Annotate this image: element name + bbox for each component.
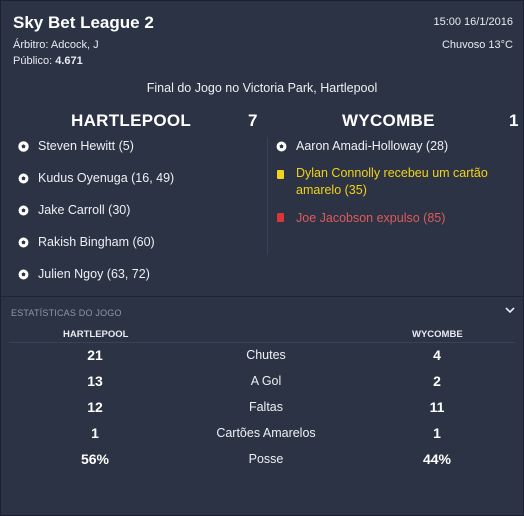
stats-section-title: ESTATÍSTICAS DO JOGO bbox=[11, 308, 122, 318]
stat-home-value: 13 bbox=[87, 373, 103, 389]
stat-home-value: 1 bbox=[91, 425, 99, 441]
stat-away-value: 1 bbox=[433, 425, 441, 441]
stats-header-line bbox=[9, 342, 515, 343]
stat-row: 1 Cartões Amarelos 1 bbox=[1, 425, 523, 445]
home-event-text: Rakish Bingham (60) bbox=[38, 235, 155, 249]
ball-icon bbox=[18, 141, 29, 152]
home-event-text: Kudus Oyenuga (16, 49) bbox=[38, 171, 175, 185]
home-team-score: 7 bbox=[248, 111, 258, 130]
away-event-text: Joe Jacobson expulso (85) bbox=[296, 211, 446, 225]
attendance-info: Público: 4.671 bbox=[13, 55, 83, 67]
stat-row: 13 A Gol 2 bbox=[1, 373, 523, 393]
stat-row: 56% Posse 44% bbox=[1, 451, 523, 471]
ball-icon bbox=[18, 237, 29, 248]
stat-home-value: 21 bbox=[87, 347, 103, 363]
stat-label: Chutes bbox=[246, 348, 286, 362]
away-event-text: Aaron Amadi-Holloway (28) bbox=[296, 139, 449, 153]
match-weather: Chuvoso 13°C bbox=[441, 39, 513, 51]
ball-icon bbox=[18, 205, 29, 216]
stat-label: A Gol bbox=[250, 374, 282, 388]
stat-label: Faltas bbox=[248, 400, 284, 414]
stat-row: 12 Faltas 11 bbox=[1, 399, 523, 419]
result-text: Final do Jogo no Victoria Park, Hartlepo… bbox=[146, 81, 378, 95]
ball-icon bbox=[276, 141, 287, 152]
stats-away-header: WYCOMBE bbox=[412, 329, 463, 340]
attendance-value: 4.671 bbox=[55, 55, 83, 67]
ball-icon bbox=[18, 269, 29, 280]
match-datetime: 15:00 16/1/2016 bbox=[433, 16, 513, 28]
attendance-label: Público: bbox=[13, 55, 53, 67]
home-team-name: HARTLEPOOL bbox=[71, 111, 192, 130]
away-event-text: Dylan Connolly recebeu um cartão amarelo… bbox=[296, 166, 488, 197]
stat-away-value: 2 bbox=[433, 373, 441, 389]
match-report-panel: Sky Bet League 2 Árbitro: Adcock, J Públ… bbox=[0, 0, 524, 516]
stat-away-value: 11 bbox=[429, 399, 445, 415]
teams-divider bbox=[267, 137, 268, 255]
stat-home-value: 12 bbox=[87, 399, 103, 415]
home-event-text: Julien Ngoy (63, 72) bbox=[38, 267, 150, 281]
red-card-icon bbox=[277, 213, 284, 222]
stat-label: Cartões Amarelos bbox=[216, 426, 316, 440]
away-team-name: WYCOMBE bbox=[342, 111, 435, 130]
stat-away-value: 4 bbox=[433, 347, 441, 363]
away-team-score: 1 bbox=[509, 111, 519, 130]
stat-home-value: 56% bbox=[80, 451, 110, 467]
ball-icon bbox=[18, 173, 29, 184]
chevron-down-icon[interactable] bbox=[505, 306, 515, 314]
stat-row: 21 Chutes 4 bbox=[1, 347, 523, 367]
stat-away-value: 44% bbox=[422, 451, 452, 467]
league-title: Sky Bet League 2 bbox=[13, 13, 154, 32]
yellow-card-icon bbox=[277, 170, 284, 179]
stats-home-header: HARTLEPOOL bbox=[63, 329, 129, 340]
home-event-text: Jake Carroll (30) bbox=[38, 203, 131, 217]
home-event-text: Steven Hewitt (5) bbox=[38, 139, 134, 153]
referee-info: Árbitro: Adcock, J bbox=[13, 39, 99, 51]
stats-separator bbox=[1, 296, 523, 297]
stat-label: Posse bbox=[248, 452, 284, 466]
